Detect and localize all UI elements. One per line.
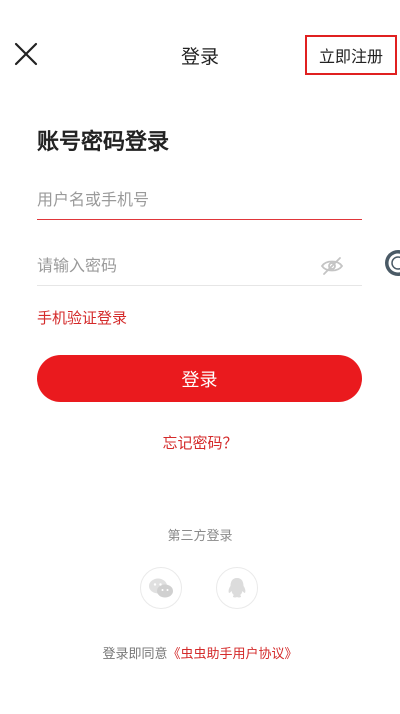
register-label: 立即注册: [318, 47, 383, 66]
agreement-text: 登录即同意《虫虫助手用户协议》: [0, 643, 400, 662]
agreement-prefix: 登录即同意: [102, 647, 168, 662]
eye-off-icon: [320, 257, 344, 275]
form-heading: 账号密码登录: [37, 130, 170, 155]
third-party-title: 第三方登录: [167, 529, 233, 544]
floating-assistant-icon: [385, 250, 400, 276]
password-field: [37, 246, 362, 286]
username-input[interactable]: [37, 180, 362, 219]
username-field: [37, 180, 362, 220]
forgot-password-link[interactable]: 忘记密码？: [0, 432, 400, 453]
wechat-icon: [149, 578, 173, 598]
qq-icon: [228, 578, 246, 598]
sms-login-link[interactable]: 手机验证登录: [37, 307, 127, 328]
wechat-login-button[interactable]: [140, 567, 182, 609]
qq-login-button[interactable]: [216, 567, 258, 609]
login-page: 登录 立即注册 账号密码登录 手机验证登录 登录 忘记密码？ 第三方登录: [0, 0, 400, 714]
login-button[interactable]: 登录: [37, 355, 362, 402]
floating-assistant-button[interactable]: [383, 248, 400, 278]
password-visibility-toggle[interactable]: [320, 256, 344, 276]
register-button[interactable]: 立即注册: [305, 35, 397, 75]
user-agreement-link[interactable]: 《虫虫助手用户协议》: [168, 647, 298, 662]
password-input[interactable]: [37, 246, 362, 285]
